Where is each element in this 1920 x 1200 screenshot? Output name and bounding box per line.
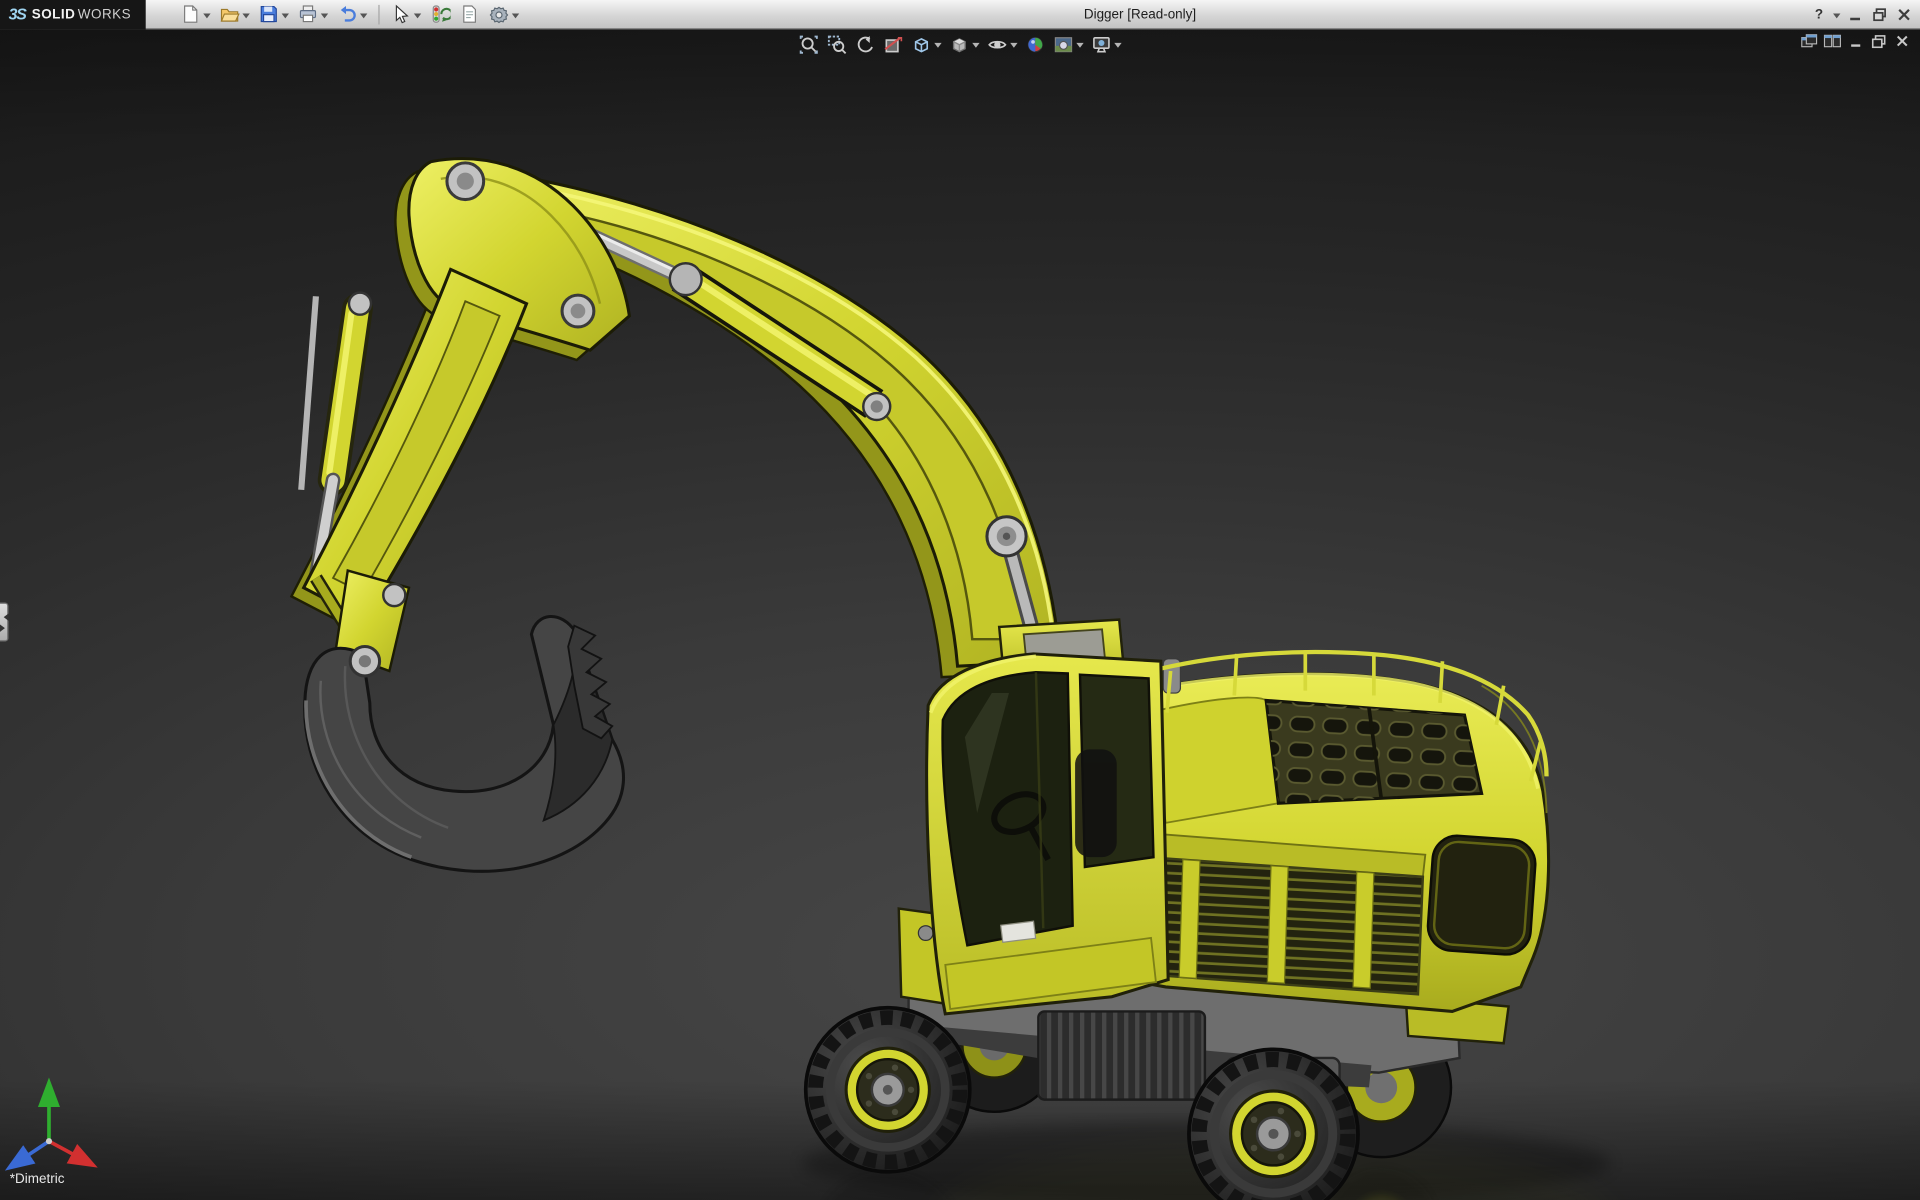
reference-triad [23,1100,78,1159]
options-button[interactable] [486,2,522,26]
new-document-dropdown-caret[interactable] [203,13,210,22]
collapse-left-icon [0,613,8,620]
zoom-to-fit-button[interactable] [796,32,822,56]
zoom-to-area-button[interactable] [824,32,850,56]
brand-name-bold: SOLID [32,7,76,22]
hide-show-items-button[interactable] [984,32,1020,56]
cascade-windows-button[interactable] [1800,33,1818,49]
brand-name-light: WORKS [78,7,131,22]
select-cursor-icon [391,4,412,25]
section-view-icon [883,34,904,55]
undo-dropdown-caret[interactable] [360,13,367,22]
tile-windows-button[interactable] [1823,33,1841,49]
view-orientation-icon [911,34,932,55]
wheel-front-left[interactable] [806,1008,970,1172]
toolbar-separator [378,4,379,24]
view-settings-icon [1091,34,1112,55]
open-document-dropdown-caret[interactable] [243,13,250,22]
restore-document-button[interactable] [1870,33,1888,49]
close-window-button[interactable] [1893,4,1914,24]
restore-window-button[interactable] [1869,4,1890,24]
zoom-to-area-icon [827,34,848,55]
select-button[interactable] [388,2,424,26]
undo-arrow-icon [337,4,358,25]
zoom-to-fit-icon [798,34,819,55]
standard-toolbar [178,2,522,26]
help-dropdown-caret[interactable] [1833,13,1840,22]
print-button[interactable] [295,2,331,26]
apply-scene-dropdown-caret[interactable] [1076,43,1083,52]
edit-appearance-icon [1025,34,1046,55]
wheel-rear-right[interactable] [1189,1049,1358,1200]
save-floppy-icon [258,4,279,25]
open-document-button[interactable] [217,2,253,26]
rebuild-stoplight-icon [430,4,451,25]
graphics-viewport[interactable]: *Dimetric [0,0,1920,1200]
headsup-view-toolbar [796,32,1124,56]
expand-right-icon [0,624,8,631]
new-document-button[interactable] [178,2,214,26]
print-dropdown-caret[interactable] [321,13,328,22]
bucket[interactable] [305,616,624,871]
rebuild-button[interactable] [427,2,453,26]
previous-view-icon [855,34,876,55]
model-digger[interactable] [0,0,1920,1200]
display-style-icon [949,34,970,55]
apply-scene-button[interactable] [1051,32,1087,56]
save-dropdown-caret[interactable] [282,13,289,22]
view-settings-dropdown-caret[interactable] [1114,43,1121,52]
help-button[interactable]: ? [1809,4,1830,24]
new-document-icon [180,4,201,25]
minimize-window-button[interactable] [1844,4,1865,24]
solidworks-logo: 3S SOLID WORKS [0,0,146,29]
section-view-button[interactable] [880,32,906,56]
previous-view-button[interactable] [852,32,878,56]
edit-appearance-button[interactable] [1022,32,1048,56]
apply-scene-icon [1053,34,1074,55]
select-dropdown-caret[interactable] [414,13,421,22]
display-style-button[interactable] [947,32,983,56]
view-orientation-dropdown-caret[interactable] [934,43,941,52]
titlebar: 3S SOLID WORKS [0,0,1920,29]
gear-icon [489,4,510,25]
printer-icon [298,4,319,25]
window-title: Digger [Read-only] [1084,0,1196,29]
cab[interactable] [927,654,1169,1014]
engine-housing[interactable] [1109,650,1548,1011]
boom-arm-assembly[interactable] [291,159,1060,677]
window-controls: ? [1809,4,1920,24]
view-orientation-button[interactable] [909,32,945,56]
hide-show-items-dropdown-caret[interactable] [1010,43,1017,52]
document-window-controls [1800,33,1911,49]
dassault-3ds-mark: 3S [9,5,26,23]
minimize-document-button[interactable] [1847,33,1865,49]
file-properties-icon [459,4,480,25]
options-dropdown-caret[interactable] [512,13,519,22]
close-document-button[interactable] [1893,33,1911,49]
panel-fly-out-tab[interactable] [0,602,9,641]
save-button[interactable] [256,2,292,26]
open-folder-icon [219,4,240,25]
undo-button[interactable] [334,2,370,26]
view-settings-button[interactable] [1089,32,1125,56]
hide-show-items-icon [987,34,1008,55]
application-window: *Dimetric 3S SOLID WORKS [0,0,1920,1200]
view-orientation-label: *Dimetric [10,1172,65,1187]
display-style-dropdown-caret[interactable] [972,43,979,52]
file-properties-button[interactable] [457,2,483,26]
